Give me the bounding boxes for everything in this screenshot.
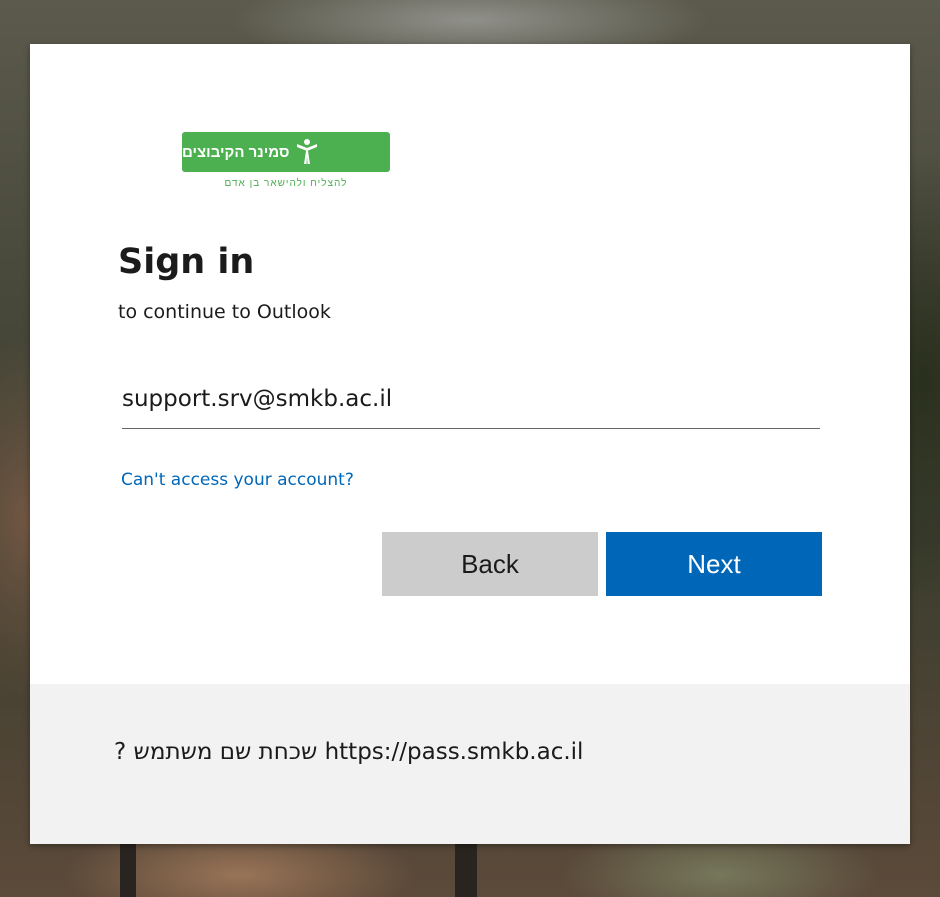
page-subtitle: to continue to Outlook [118, 301, 331, 323]
logo-tagline: להצליח ולהישאר בן אדם [224, 178, 348, 189]
email-field-container [122, 370, 820, 429]
background-post [120, 841, 136, 897]
forgot-username-text: ? שכחת שם משתמש https://pass.smkb.ac.il [114, 739, 584, 765]
signin-footer: ? שכחת שם משתמש https://pass.smkb.ac.il [30, 684, 910, 844]
email-field[interactable] [122, 370, 820, 428]
back-button[interactable]: Back [382, 532, 598, 596]
next-button[interactable]: Next [606, 532, 822, 596]
signin-card: סמינר הקיבוצים להצליח ולהישאר בן אדם Sig… [30, 44, 910, 844]
cant-access-account-link[interactable]: Can't access your account? [121, 470, 354, 490]
logo-name: סמינר הקיבוצים [182, 143, 290, 161]
reader-figure-icon [297, 139, 318, 164]
organization-logo: סמינר הקיבוצים להצליח ולהישאר בן אדם [182, 132, 392, 202]
logo-badge: סמינר הקיבוצים [182, 132, 390, 172]
page-title: Sign in [118, 242, 255, 282]
background-post [455, 841, 477, 897]
